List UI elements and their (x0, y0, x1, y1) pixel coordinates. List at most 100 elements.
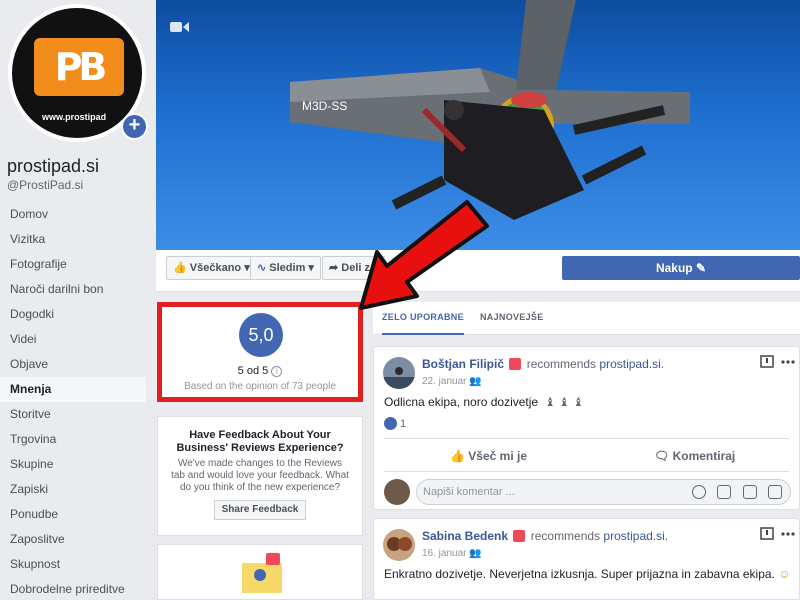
buy-button[interactable]: Nakup ✎ (562, 256, 800, 280)
feedback-card: Have Feedback About Your Business' Revie… (157, 416, 363, 536)
left-sidebar: PB www.prostipad + prostipad.si @ProstiP… (0, 0, 150, 600)
post-text-content: Odlicna ekipa, noro dozivetje (384, 395, 539, 409)
like-label: Všeč mi je (468, 449, 528, 463)
rating-summary-card: 5,0 5 od 5 i Based on the opinion of 73 … (157, 302, 363, 402)
sidebar-item-skupine[interactable]: Skupine (0, 452, 150, 477)
page-title[interactable]: prostipad.si (7, 156, 99, 177)
rss-icon: ∿ (257, 262, 267, 274)
share-feedback-button[interactable]: Share Feedback (213, 500, 307, 520)
recommend-target[interactable]: prostipad.si. (603, 529, 668, 543)
recommends-word: recommends (526, 357, 597, 371)
avatar (384, 479, 410, 505)
post-header: Boštjan Filipič recommends prostipad.si. (422, 357, 664, 371)
buy-label: Nakup (655, 261, 693, 275)
sidebar-item-skupnost[interactable]: Skupnost (0, 552, 150, 577)
sidebar-item-videi[interactable]: Videi (0, 327, 150, 352)
comment-placeholder: Napiši komentar ... (423, 486, 515, 498)
author-name[interactable]: Sabina Bedenk (422, 529, 508, 543)
comment-composer: Napiši komentar ... (384, 477, 791, 505)
comment-icon: 🗨 (654, 449, 670, 463)
sidebar-item-trgovina[interactable]: Trgovina (0, 427, 150, 452)
post-actions: 👍 Všeč mi je 🗨 Komentiraj (384, 438, 789, 472)
recommends-text: recommends prostipad.si. (531, 529, 668, 543)
recommends-word: recommends (530, 529, 601, 543)
svg-text:M3D-SS: M3D-SS (302, 99, 347, 113)
like-count[interactable]: 1 (384, 417, 406, 430)
logo-url-text: www.prostipad (42, 112, 107, 122)
friends-icon: 👥 (469, 376, 482, 387)
smile-emoji-icon: ☺ (778, 567, 791, 581)
sidebar-item-objave[interactable]: Objave (0, 352, 150, 377)
comment-tools (684, 485, 782, 502)
sidebar-item-zapiski[interactable]: Zapiski (0, 477, 150, 502)
post-text: Enkratno dozivetje. Neverjetna izkusnja.… (384, 567, 791, 581)
sticker-icon[interactable] (768, 485, 782, 499)
recommend-icon (509, 358, 522, 370)
rating-based-on: Based on the opinion of 73 people (184, 381, 336, 392)
pencil-icon: ✎ (695, 261, 707, 275)
like-button[interactable]: 👍 Všeč mi je (450, 439, 527, 473)
sidebar-item-storitve[interactable]: Storitve (0, 402, 150, 427)
share-icon: ➦ (329, 262, 339, 274)
recommend-icon (513, 530, 526, 542)
rating-score: 5,0 (239, 313, 283, 357)
author-name[interactable]: Boštjan Filipič (422, 357, 504, 371)
sidebar-item-domov[interactable]: Domov (0, 202, 150, 227)
sidebar-item-vizitka[interactable]: Vizitka (0, 227, 150, 252)
camera-icon[interactable] (717, 485, 732, 499)
follow-label: Sledim (269, 262, 306, 274)
review-post: Boštjan Filipič recommends prostipad.si.… (373, 346, 800, 510)
person-emoji-icons: ♝ ♝ ♝ (541, 395, 584, 409)
avatar-image (383, 357, 415, 389)
sidebar-item-dobrodelne[interactable]: Dobrodelne prireditve (0, 577, 150, 600)
feedback-body: We've made changes to the Reviews tab an… (171, 458, 349, 493)
illustration-icon (242, 553, 282, 593)
liked-label: Všečkano (189, 262, 242, 274)
sidebar-item-mnenja[interactable]: Mnenja (0, 377, 146, 402)
avatar-image (383, 529, 415, 561)
add-photo-icon[interactable]: + (121, 113, 148, 140)
info-icon[interactable]: i (271, 365, 283, 377)
gif-icon[interactable] (742, 485, 757, 499)
liked-button[interactable]: 👍 Všečkano ▾ (166, 256, 257, 280)
video-camera-icon (170, 22, 189, 32)
comment-button[interactable]: 🗨 Komentiraj (654, 439, 735, 473)
post-date[interactable]: 22. januar 👥 (422, 376, 482, 387)
post-text-content: Enkratno dozivetje. Neverjetna izkusnja.… (384, 567, 775, 581)
recommend-target[interactable]: prostipad.si. (599, 357, 664, 371)
post-options-icons (760, 527, 795, 540)
post-options-icons (760, 355, 795, 368)
thumbs-up-icon: 👍 (173, 262, 187, 274)
logo-letters: PB (54, 45, 108, 89)
sidebar-item-dogodki[interactable]: Dogodki (0, 302, 150, 327)
sidebar-nav: Domov Vizitka Fotografije Naroči darilni… (0, 202, 150, 600)
promo-card (157, 544, 363, 600)
emoji-icon[interactable] (691, 485, 706, 499)
rating-out-of: 5 od 5 i (162, 365, 358, 377)
friends-icon: 👥 (469, 548, 482, 559)
red-arrow-annotation (359, 200, 489, 310)
comment-label: Komentiraj (672, 449, 736, 463)
page-handle[interactable]: @ProstiPad.si (7, 178, 83, 192)
thumbs-up-icon: 👍 (450, 449, 465, 463)
post-text: Odlicna ekipa, noro dozivetje ♝ ♝ ♝ (384, 395, 584, 409)
comment-input[interactable]: Napiši komentar ... (416, 479, 791, 505)
like-reaction-icon (384, 417, 397, 430)
logo: PB (34, 38, 124, 96)
post-header: Sabina Bedenk recommends prostipad.si. (422, 529, 668, 543)
like-count-value: 1 (400, 418, 407, 430)
sidebar-item-ponudbe[interactable]: Ponudbe (0, 502, 150, 527)
post-date-label: 22. januar (422, 376, 467, 387)
post-date[interactable]: 16. januar 👥 (422, 548, 482, 559)
recommends-text: recommends prostipad.si. (527, 357, 664, 371)
sidebar-item-zaposlitve[interactable]: Zaposlitve (0, 527, 150, 552)
avatar[interactable] (383, 529, 415, 561)
follow-button[interactable]: ∿ Sledim ▾ (250, 256, 321, 280)
avatar[interactable] (383, 357, 415, 389)
profile-picture[interactable]: PB www.prostipad + (8, 4, 148, 142)
sidebar-item-fotografije[interactable]: Fotografije (0, 252, 150, 277)
feedback-title: Have Feedback About Your Business' Revie… (176, 429, 344, 454)
review-post: Sabina Bedenk recommends prostipad.si. 1… (373, 518, 800, 600)
rating-out-of-label: 5 od 5 (237, 365, 269, 377)
sidebar-item-darilni-bon[interactable]: Naroči darilni bon (0, 277, 150, 302)
